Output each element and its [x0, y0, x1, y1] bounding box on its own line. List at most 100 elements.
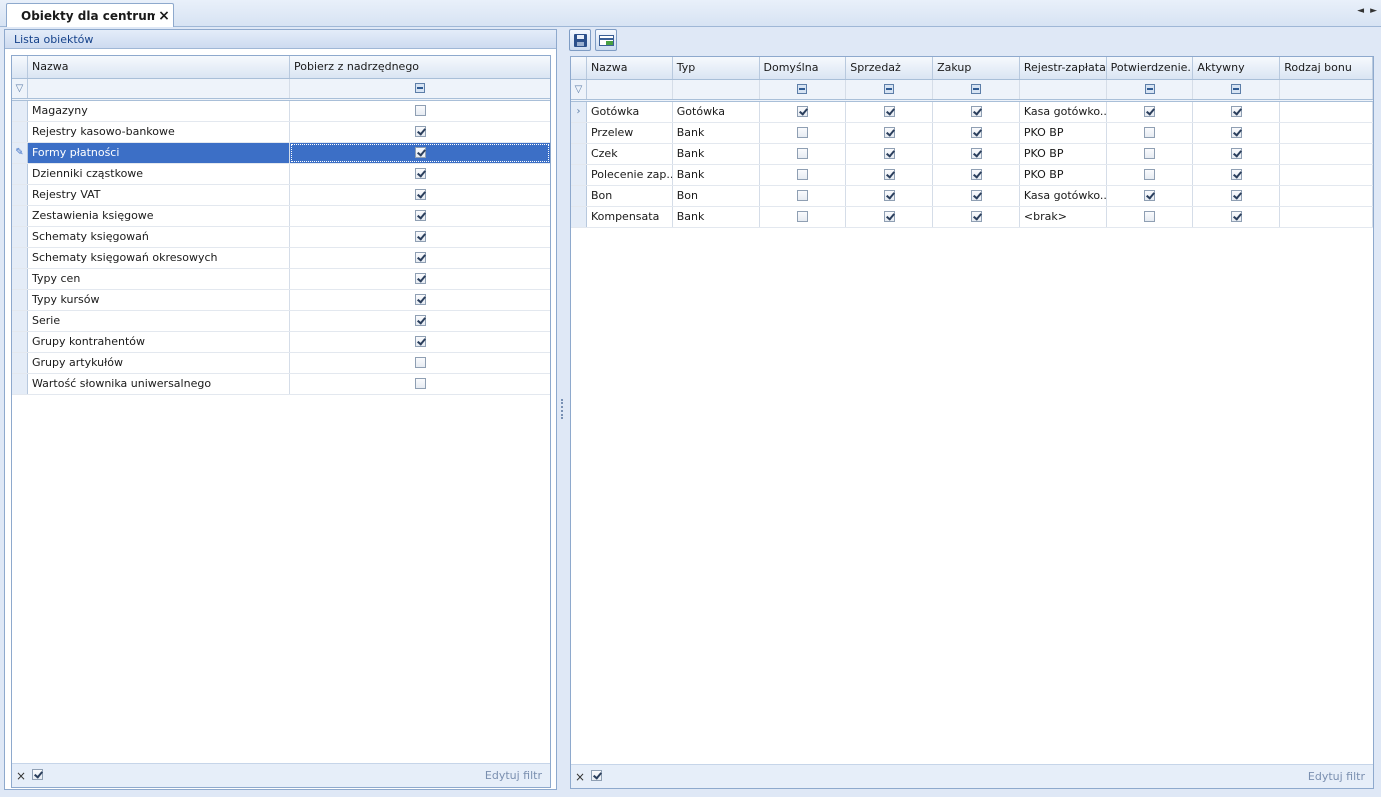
aktywny-checkbox[interactable]	[1230, 147, 1242, 159]
column-header-sprzedaz[interactable]: Sprzedaż	[846, 57, 934, 79]
domyslna-checkbox[interactable]	[796, 126, 808, 138]
sprzedaz-cell[interactable]	[846, 165, 934, 185]
column-header-rejestr[interactable]: Rejestr-zapłata	[1020, 57, 1107, 79]
save-button[interactable]	[569, 29, 591, 51]
inherit-checkbox[interactable]	[414, 209, 426, 221]
domyslna-cell[interactable]	[760, 207, 847, 227]
potwierdzenie-checkbox[interactable]	[1144, 189, 1156, 201]
table-row[interactable]: Wartość słownika uniwersalnego	[12, 374, 550, 395]
row-indicator[interactable]	[571, 123, 587, 143]
sprzedaz-cell[interactable]	[846, 186, 934, 206]
row-indicator[interactable]	[12, 374, 28, 394]
inherit-cell[interactable]	[290, 269, 550, 289]
table-row[interactable]: Schematy księgowań	[12, 227, 550, 248]
zakup-cell[interactable]	[933, 207, 1020, 227]
scroll-left-icon[interactable]: ◄	[1357, 6, 1364, 16]
aktywny-cell[interactable]	[1193, 102, 1281, 122]
potwierdzenie-cell[interactable]	[1107, 186, 1194, 206]
row-indicator[interactable]	[12, 164, 28, 184]
sprzedaz-checkbox[interactable]	[883, 189, 895, 201]
table-row[interactable]: Zestawienia księgowe	[12, 206, 550, 227]
row-indicator[interactable]	[12, 122, 28, 142]
edit-filter-link[interactable]: Edytuj filtr	[1308, 770, 1365, 783]
domyslna-checkbox[interactable]	[796, 210, 808, 222]
potwierdzenie-checkbox[interactable]	[1144, 105, 1156, 117]
sprzedaz-checkbox[interactable]	[883, 105, 895, 117]
table-row[interactable]: › Gotówka Gotówka Kasa gotówko...	[571, 102, 1374, 123]
clear-filter-icon[interactable]: ×	[16, 769, 26, 783]
inherit-checkbox[interactable]	[414, 293, 426, 305]
table-row[interactable]: Przelew Bank PKO BP	[571, 123, 1374, 144]
aktywny-cell[interactable]	[1193, 123, 1281, 143]
table-row[interactable]: Typy kursów	[12, 290, 550, 311]
inherit-cell[interactable]	[290, 332, 550, 352]
table-row[interactable]: Bon Bon Kasa gotówko...	[571, 186, 1374, 207]
sprzedaz-cell[interactable]	[846, 144, 934, 164]
aktywny-cell[interactable]	[1193, 207, 1281, 227]
table-row[interactable]: ✎ Formy płatności	[12, 143, 550, 164]
row-indicator[interactable]	[12, 353, 28, 373]
zakup-checkbox[interactable]	[970, 210, 982, 222]
inherit-cell[interactable]	[290, 311, 550, 331]
table-row[interactable]: Magazyny	[12, 101, 550, 122]
inherit-cell[interactable]	[290, 227, 550, 247]
close-icon[interactable]: ×	[155, 8, 173, 24]
row-indicator[interactable]	[571, 144, 587, 164]
filter-checkbox-icon[interactable]	[884, 84, 895, 94]
sprzedaz-checkbox[interactable]	[883, 210, 895, 222]
column-header-nazwa[interactable]: Nazwa	[587, 57, 673, 79]
domyslna-cell[interactable]	[760, 123, 847, 143]
filter-checkbox-icon[interactable]	[970, 84, 981, 94]
row-indicator[interactable]	[12, 290, 28, 310]
zakup-checkbox[interactable]	[970, 189, 982, 201]
inherit-checkbox[interactable]	[414, 167, 426, 179]
zakup-checkbox[interactable]	[970, 105, 982, 117]
row-indicator[interactable]	[571, 165, 587, 185]
filter-cell-potwierdzenie[interactable]	[1107, 80, 1194, 99]
table-row[interactable]: Schematy księgowań okresowych	[12, 248, 550, 269]
potwierdzenie-cell[interactable]	[1107, 165, 1194, 185]
filter-cell-rejestr[interactable]	[1020, 80, 1107, 99]
column-header-potwierdzenie[interactable]: Potwierdzenie...	[1107, 57, 1194, 79]
potwierdzenie-checkbox[interactable]	[1144, 126, 1156, 138]
sprzedaz-checkbox[interactable]	[883, 168, 895, 180]
sprzedaz-checkbox[interactable]	[883, 126, 895, 138]
aktywny-cell[interactable]	[1193, 165, 1281, 185]
table-row[interactable]: Rejestry kasowo-bankowe	[12, 122, 550, 143]
filter-enabled-checkbox[interactable]	[591, 770, 603, 781]
column-header-aktywny[interactable]: Aktywny	[1193, 57, 1281, 79]
inherit-cell[interactable]	[290, 248, 550, 268]
inherit-cell[interactable]	[290, 122, 550, 142]
zakup-checkbox[interactable]	[970, 147, 982, 159]
inherit-cell[interactable]	[290, 164, 550, 184]
filter-checkbox-icon[interactable]	[1144, 84, 1155, 94]
inherit-checkbox[interactable]	[414, 104, 426, 116]
row-indicator[interactable]	[12, 311, 28, 331]
filter-cell-pobierz[interactable]	[290, 79, 550, 98]
inherit-checkbox[interactable]	[414, 125, 426, 137]
table-row[interactable]: Grupy kontrahentów	[12, 332, 550, 353]
row-indicator[interactable]	[12, 332, 28, 352]
potwierdzenie-checkbox[interactable]	[1144, 168, 1156, 180]
inherit-cell[interactable]	[290, 290, 550, 310]
row-indicator[interactable]: ✎	[12, 143, 28, 163]
column-header-rodzaj[interactable]: Rodzaj bonu	[1280, 57, 1373, 79]
inherit-checkbox[interactable]	[414, 188, 426, 200]
aktywny-checkbox[interactable]	[1230, 210, 1242, 222]
domyslna-cell[interactable]	[760, 165, 847, 185]
inherit-cell[interactable]	[290, 374, 550, 394]
filter-checkbox-icon[interactable]	[415, 83, 425, 93]
table-row[interactable]: Typy cen	[12, 269, 550, 290]
zakup-cell[interactable]	[933, 186, 1020, 206]
panel-splitter[interactable]	[558, 29, 566, 790]
aktywny-checkbox[interactable]	[1230, 105, 1242, 117]
aktywny-checkbox[interactable]	[1230, 189, 1242, 201]
inherit-checkbox[interactable]	[414, 335, 426, 347]
table-row[interactable]: Kompensata Bank <brak>	[571, 207, 1374, 228]
filter-cell-sprzedaz[interactable]	[846, 80, 934, 99]
inherit-checkbox[interactable]	[414, 251, 426, 263]
filter-cell-domyslna[interactable]	[760, 80, 847, 99]
column-header-nazwa[interactable]: Nazwa	[28, 56, 290, 78]
column-header-zakup[interactable]: Zakup	[933, 57, 1020, 79]
zakup-cell[interactable]	[933, 123, 1020, 143]
